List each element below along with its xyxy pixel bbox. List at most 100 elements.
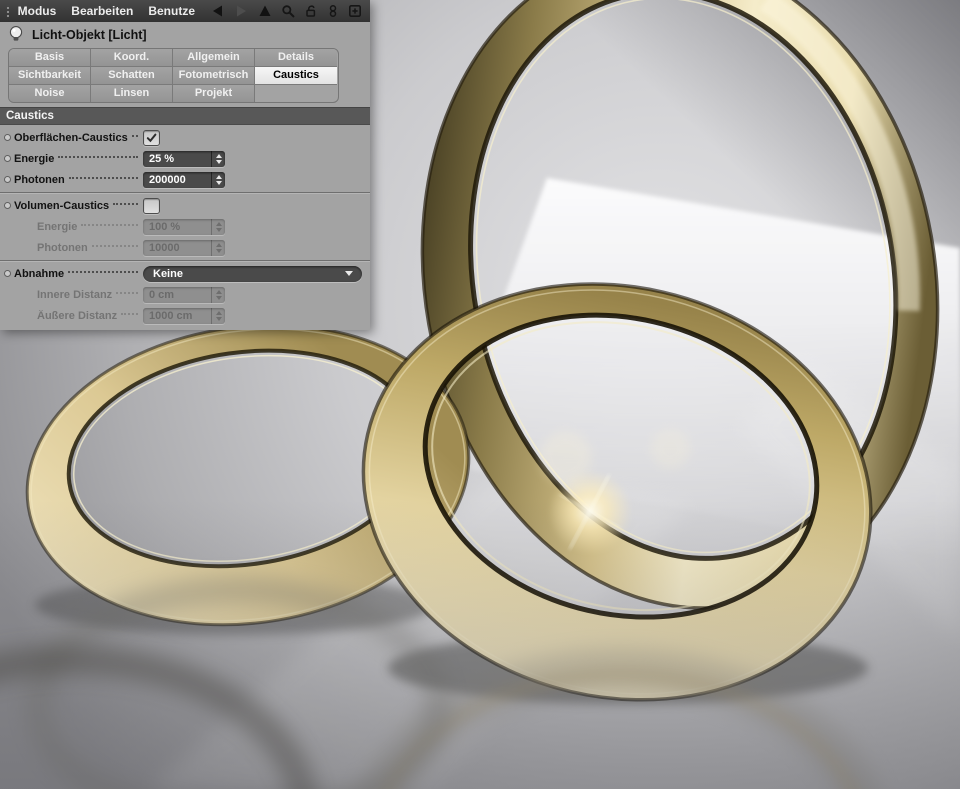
stepper-down-icon[interactable] xyxy=(215,159,222,164)
tab-caustics[interactable]: Caustics xyxy=(255,67,337,85)
param-label: Innere Distanz xyxy=(37,288,113,301)
row-aeussere-distanz: Äußere Distanz 1000 cm xyxy=(0,305,370,326)
stepper-value: 100 % xyxy=(149,220,181,233)
tab-grid: Basis Koord. Allgemein Details Sichtbark… xyxy=(8,48,339,103)
stepper-buttons[interactable] xyxy=(211,171,225,188)
stepper-down-icon[interactable] xyxy=(215,180,222,185)
stepper-down-icon xyxy=(215,248,222,253)
link-circles-icon[interactable] xyxy=(327,4,339,18)
stepper-up-icon xyxy=(215,221,222,226)
row-photonen: Photonen 200000 xyxy=(0,169,370,190)
surface-caustics-checkbox[interactable] xyxy=(143,129,160,146)
object-title: Licht-Objekt [Licht] xyxy=(32,28,147,42)
dot-leader xyxy=(113,202,138,205)
row-abnahme: Abnahme Keine xyxy=(0,263,370,284)
separator xyxy=(0,190,370,195)
stepper-value[interactable]: 25 % xyxy=(143,151,211,167)
param-label: Oberflächen-Caustics xyxy=(14,131,128,144)
innere-distanz-stepper: 0 cm xyxy=(143,286,225,303)
section-header-caustics: Caustics xyxy=(0,107,370,125)
stepper-up-icon[interactable] xyxy=(215,153,222,158)
tab-projekt[interactable]: Projekt xyxy=(173,85,255,102)
menu-benutzer[interactable]: Benutze xyxy=(148,4,195,18)
stepper-buttons xyxy=(211,239,225,256)
dot-leader xyxy=(121,312,138,315)
stepper-down-icon xyxy=(215,316,222,321)
menubar-icon-cluster xyxy=(210,4,364,18)
row-energie-volumen: Energie 100 % xyxy=(0,216,370,237)
add-panel-icon[interactable] xyxy=(348,4,362,18)
dot-leader xyxy=(68,176,138,179)
stepper-buttons xyxy=(211,218,225,235)
stepper-buttons[interactable] xyxy=(211,150,225,167)
menu-bearbeiten[interactable]: Bearbeiten xyxy=(71,4,133,18)
grip-icon[interactable] xyxy=(6,4,9,18)
param-label: Energie xyxy=(14,152,55,165)
dot-leader xyxy=(58,155,138,158)
tab-koord[interactable]: Koord. xyxy=(91,49,173,67)
tab-fotometrisch[interactable]: Fotometrisch xyxy=(173,67,255,85)
param-label: Photonen xyxy=(37,241,88,254)
stepper-value: 10000 xyxy=(149,241,180,254)
attribute-manager-menubar: Modus Bearbeiten Benutze xyxy=(0,0,370,22)
object-header: Licht-Objekt [Licht] xyxy=(0,22,370,48)
back-icon[interactable] xyxy=(210,4,225,18)
tab-allgemein[interactable]: Allgemein xyxy=(173,49,255,67)
tab-sichtbarkeit[interactable]: Sichtbarkeit xyxy=(9,67,91,85)
energie-volumen-stepper: 100 % xyxy=(143,218,225,235)
tab-noise[interactable]: Noise xyxy=(9,85,91,102)
tab-grid-empty-cell xyxy=(255,85,337,102)
param-label: Äußere Distanz xyxy=(37,309,118,322)
check-icon xyxy=(146,133,157,142)
light-bulb-icon xyxy=(9,26,23,41)
row-oberflaechen-caustics: Oberflächen-Caustics xyxy=(0,127,370,148)
menu-modus[interactable]: Modus xyxy=(18,4,57,18)
up-icon[interactable] xyxy=(258,4,272,18)
stepper-buttons xyxy=(211,286,225,303)
row-innere-distanz: Innere Distanz 0 cm xyxy=(0,284,370,305)
dot-leader xyxy=(116,291,138,294)
energie-stepper[interactable]: 25 % xyxy=(143,150,225,167)
param-label: Photonen xyxy=(14,173,65,186)
photonen-volumen-stepper: 10000 xyxy=(143,239,225,256)
dot-leader xyxy=(68,270,138,273)
unlock-icon[interactable] xyxy=(304,4,318,18)
abnahme-dropdown[interactable]: Keine xyxy=(143,265,362,282)
volume-caustics-checkbox[interactable] xyxy=(143,197,160,214)
tab-details[interactable]: Details xyxy=(255,49,337,67)
search-icon[interactable] xyxy=(281,4,295,18)
param-label: Abnahme xyxy=(14,267,65,280)
dropdown-arrow-icon[interactable] xyxy=(345,271,353,276)
photonen-stepper[interactable]: 200000 xyxy=(143,171,225,188)
stepper-down-icon xyxy=(215,295,222,300)
stepper-up-icon xyxy=(215,242,222,247)
row-energie: Energie 25 % xyxy=(0,148,370,169)
stepper-value: 1000 cm xyxy=(149,309,193,322)
dropdown-value[interactable]: Keine xyxy=(143,268,345,280)
stepper-buttons xyxy=(211,307,225,324)
row-photonen-volumen: Photonen 10000 xyxy=(0,237,370,258)
animation-dot[interactable] xyxy=(4,176,11,183)
tab-basis[interactable]: Basis xyxy=(9,49,91,67)
dot-leader xyxy=(81,223,138,226)
forward-icon[interactable] xyxy=(234,4,249,18)
tab-schatten[interactable]: Schatten xyxy=(91,67,173,85)
stepper-up-icon xyxy=(215,289,222,294)
animation-dot[interactable] xyxy=(4,202,11,209)
attribute-manager-panel: Modus Bearbeiten Benutze Licht-Objekt [L… xyxy=(0,0,370,330)
stepper-value[interactable]: 200000 xyxy=(143,172,211,188)
animation-dot[interactable] xyxy=(4,270,11,277)
tab-linsen[interactable]: Linsen xyxy=(91,85,173,102)
stepper-value: 0 cm xyxy=(149,288,175,301)
param-label: Volumen-Caustics xyxy=(14,199,110,212)
parameter-list: Oberflächen-Caustics Energie 25 % Photon… xyxy=(0,125,370,326)
dot-leader xyxy=(131,134,138,137)
stepper-up-icon[interactable] xyxy=(215,174,222,179)
separator xyxy=(0,258,370,263)
animation-dot[interactable] xyxy=(4,155,11,162)
animation-dot[interactable] xyxy=(4,134,11,141)
aeussere-distanz-stepper: 1000 cm xyxy=(143,307,225,324)
stepper-down-icon xyxy=(215,227,222,232)
row-volumen-caustics: Volumen-Caustics xyxy=(0,195,370,216)
dot-leader xyxy=(91,244,138,247)
